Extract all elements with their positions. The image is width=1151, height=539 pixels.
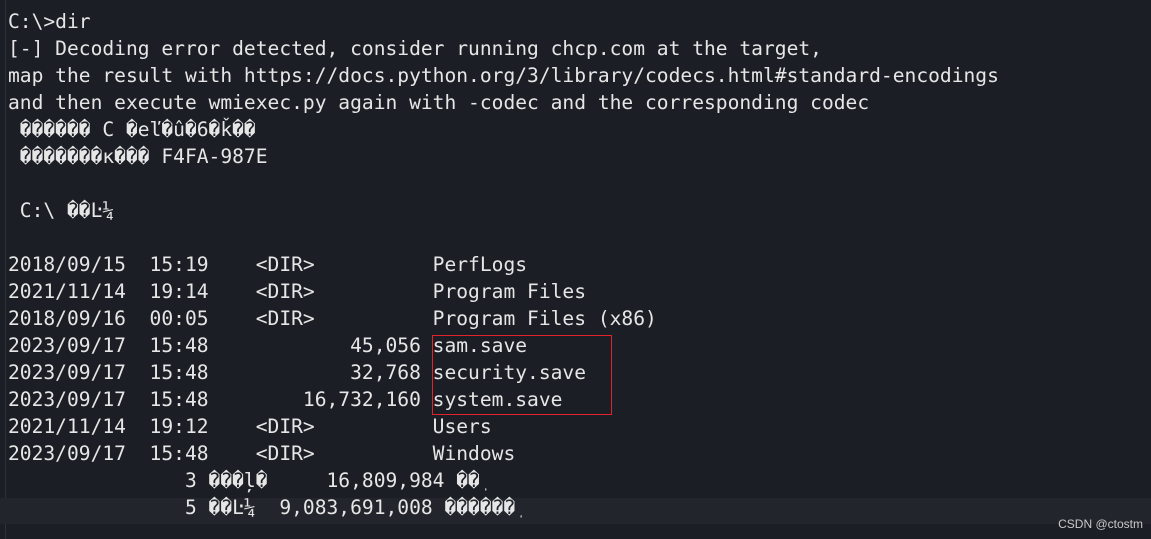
summary-files: 3 ���ļ� 16,809,984 ��ֽ: [8, 469, 480, 492]
watermark: CSDN @ctostm: [1058, 517, 1143, 531]
terminal-line: map the result with https://docs.python.…: [8, 64, 999, 87]
terminal-line: [-] Decoding error detected, consider ru…: [8, 37, 822, 60]
dir-entry: 2018/09/16 00:05 <DIR> Program Files (x8…: [8, 307, 657, 330]
highlight-box: [432, 335, 612, 415]
terminal-line: ������ C �eľ�û�6�ǩ��: [8, 118, 256, 141]
terminal-line: C:\>dir: [8, 10, 91, 33]
summary-dirs: 5 ��Ŀ¼ 9,083,691,008 ������ֽ: [8, 496, 516, 519]
terminal-line: �������к��� F4FA-987E: [8, 145, 268, 168]
terminal-line: and then execute wmiexec.py again with -…: [8, 91, 870, 114]
terminal-left-border: [5, 0, 6, 539]
terminal-line: C:\ ��Ŀ¼: [8, 199, 115, 222]
dir-entry: 2021/11/14 19:14 <DIR> Program Files: [8, 280, 587, 303]
dir-entry: 2023/09/17 15:48 <DIR> Windows: [8, 442, 516, 465]
dir-entry: 2021/11/14 19:12 <DIR> Users: [8, 415, 492, 438]
terminal-output[interactable]: C:\>dir [-] Decoding error detected, con…: [8, 8, 999, 521]
dir-entry: 2018/09/15 15:19 <DIR> PerfLogs: [8, 253, 528, 276]
